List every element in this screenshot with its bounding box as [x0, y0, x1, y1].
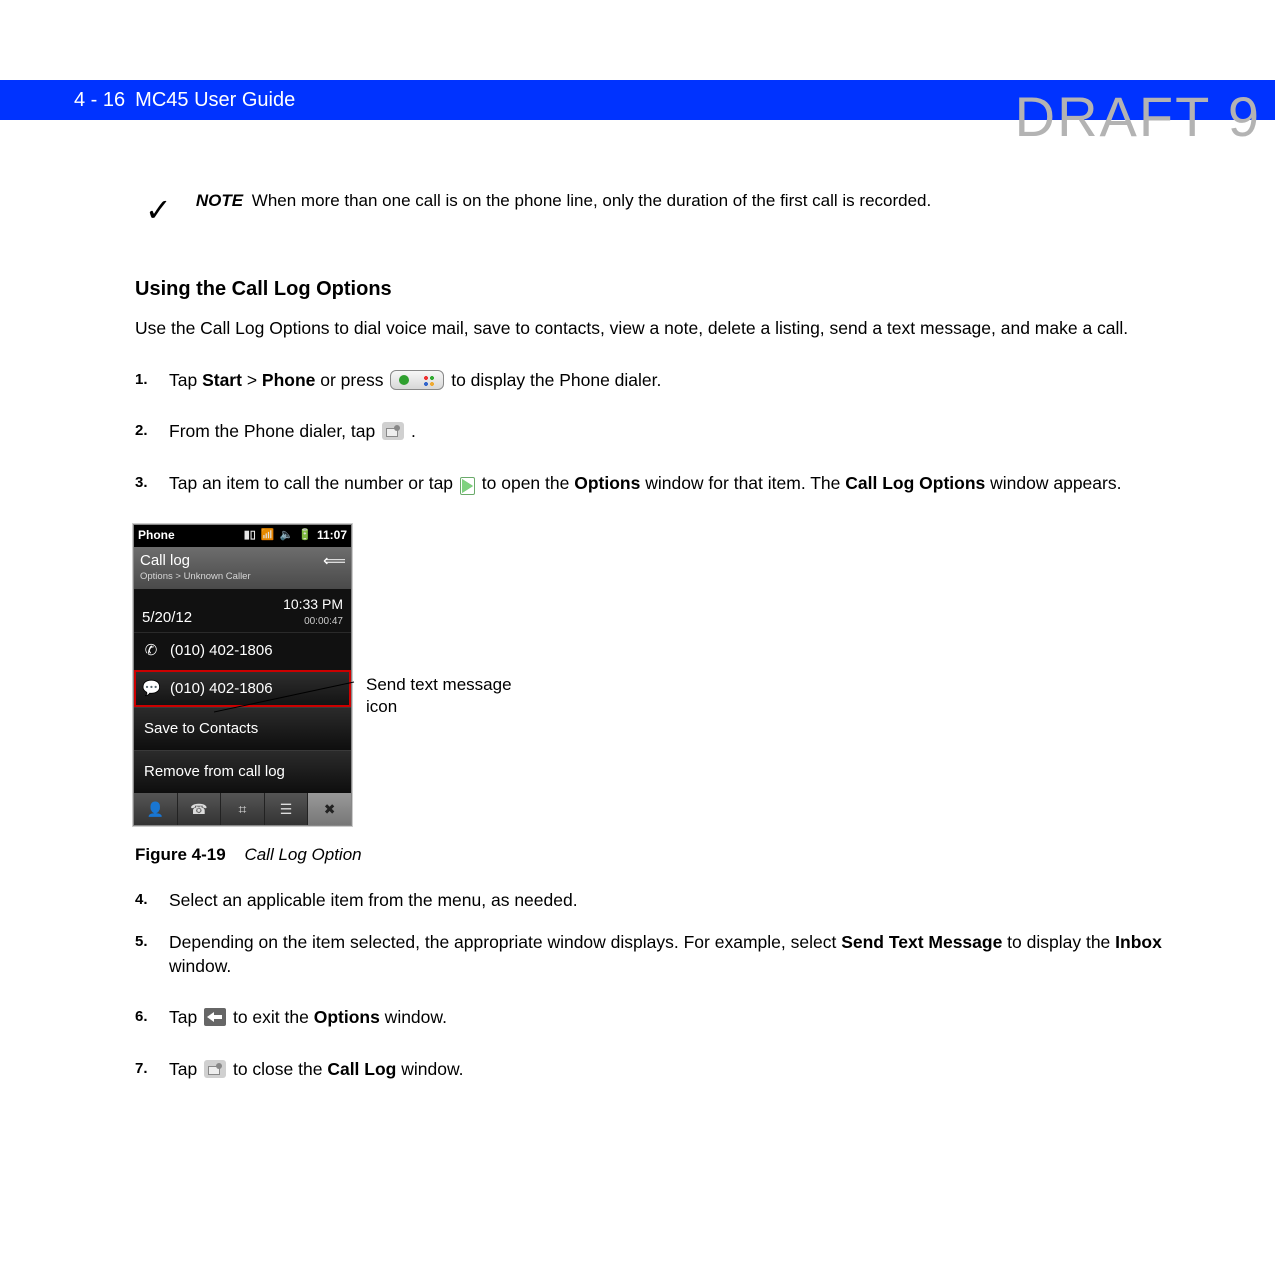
callout-text-1: Send text message — [366, 675, 512, 694]
figure-number: Figure 4-19 — [135, 845, 226, 864]
call-log-icon — [382, 422, 404, 440]
call-time: 10:33 PM — [283, 596, 343, 612]
step-1: 1. Tap Start > Phone or press to display… — [135, 369, 1195, 393]
call-log-icon — [204, 1060, 226, 1078]
callout-leader-line — [214, 672, 366, 722]
bold: Start — [202, 370, 242, 390]
bold: Phone — [262, 370, 315, 390]
step-5: 5. Depending on the item selected, the a… — [135, 931, 1195, 978]
phone-subtitle: Options > Unknown Caller — [140, 571, 345, 584]
step-num: 3. — [135, 473, 148, 493]
page-content: ✓ NOTE When more than one call is on the… — [135, 190, 1195, 1081]
note-block: ✓ NOTE When more than one call is on the… — [135, 190, 1195, 226]
call-number: (010) 402-1806 — [170, 641, 273, 661]
phone-key-icon — [390, 370, 444, 390]
phone-title: Call log — [140, 551, 345, 571]
draft-watermark: DRAFT 9 — [1015, 84, 1261, 149]
call-entry[interactable]: ✆ (010) 402-1806 — [134, 632, 351, 669]
callout-text-2: icon — [366, 697, 397, 716]
figure-wrap: Phone ▮▯ 📶 🔈 🔋 11:07 Call log Options > … — [133, 524, 1195, 827]
status-title: Phone — [138, 527, 175, 543]
step-2: 2. From the Phone dialer, tap . — [135, 420, 1195, 444]
play-triangle-icon — [460, 477, 475, 495]
bottombar-close-icon[interactable]: ✖ — [308, 793, 351, 825]
step-num: 6. — [135, 1007, 148, 1027]
checkmark-icon: ✓ — [135, 190, 172, 226]
bottombar-calllog-icon[interactable]: ☎ — [178, 793, 222, 825]
call-duration: 00:00:47 — [283, 615, 343, 629]
figure-title: Call Log Option — [244, 845, 361, 864]
step-num: 1. — [135, 370, 148, 390]
note-body: NOTE When more than one call is on the p… — [196, 190, 1195, 213]
signal-icon: ▮▯ — [244, 528, 256, 543]
call-date: 5/20/12 — [142, 608, 192, 628]
sms-icon: 💬 — [142, 679, 160, 699]
step-text: Tap — [169, 370, 202, 390]
step-num: 2. — [135, 421, 148, 441]
step-4: 4. Select an applicable item from the me… — [135, 889, 1195, 913]
section-lead: Use the Call Log Options to dial voice m… — [135, 317, 1195, 341]
page-number: 4 - 16 — [74, 89, 125, 112]
phone-status-bar: Phone ▮▯ 📶 🔈 🔋 11:07 — [134, 525, 351, 547]
note-label: NOTE — [196, 191, 243, 210]
battery-icon: 🔋 — [298, 528, 312, 543]
back-arrow-icon[interactable]: ⟸ — [323, 554, 345, 572]
status-time: 11:07 — [317, 527, 347, 543]
speaker-icon: 🔈 — [280, 528, 294, 543]
step-num: 4. — [135, 890, 148, 910]
step-7: 7. Tap to close the Call Log window. — [135, 1058, 1195, 1082]
back-button-icon — [204, 1008, 226, 1026]
figure-caption: Figure 4-19 Call Log Option — [135, 844, 1195, 867]
step-6: 6. Tap to exit the Options window. — [135, 1006, 1195, 1030]
antenna-icon: 📶 — [261, 528, 275, 543]
step-num: 5. — [135, 932, 148, 952]
guide-title: MC45 User Guide — [135, 89, 295, 112]
note-text: When more than one call is on the phone … — [252, 191, 931, 210]
step-num: 7. — [135, 1059, 148, 1079]
step-3: 3. Tap an item to call the number or tap… — [135, 472, 1195, 496]
status-icons: ▮▯ 📶 🔈 🔋 11:07 — [244, 527, 347, 543]
bottombar-dialpad-icon[interactable]: ⌗ — [221, 793, 265, 825]
bottombar-contact-icon[interactable]: 👤 — [134, 793, 178, 825]
phone-handset-icon: ✆ — [142, 641, 160, 661]
phone-title-bar: Call log Options > Unknown Caller ⟸ — [134, 547, 351, 589]
callout: Send text message icon — [366, 674, 512, 720]
steps-list-cont: 4. Select an applicable item from the me… — [135, 889, 1195, 1081]
bottombar-menu-icon[interactable]: ☰ — [265, 793, 309, 825]
phone-bottom-bar: 👤 ☎ ⌗ ☰ ✖ — [134, 793, 351, 825]
menu-remove-call-log[interactable]: Remove from call log — [134, 750, 351, 793]
phone-date-row: 5/20/12 10:33 PM 00:00:47 — [134, 589, 351, 633]
section-title: Using the Call Log Options — [135, 276, 1195, 303]
steps-list: 1. Tap Start > Phone or press to display… — [135, 369, 1195, 496]
